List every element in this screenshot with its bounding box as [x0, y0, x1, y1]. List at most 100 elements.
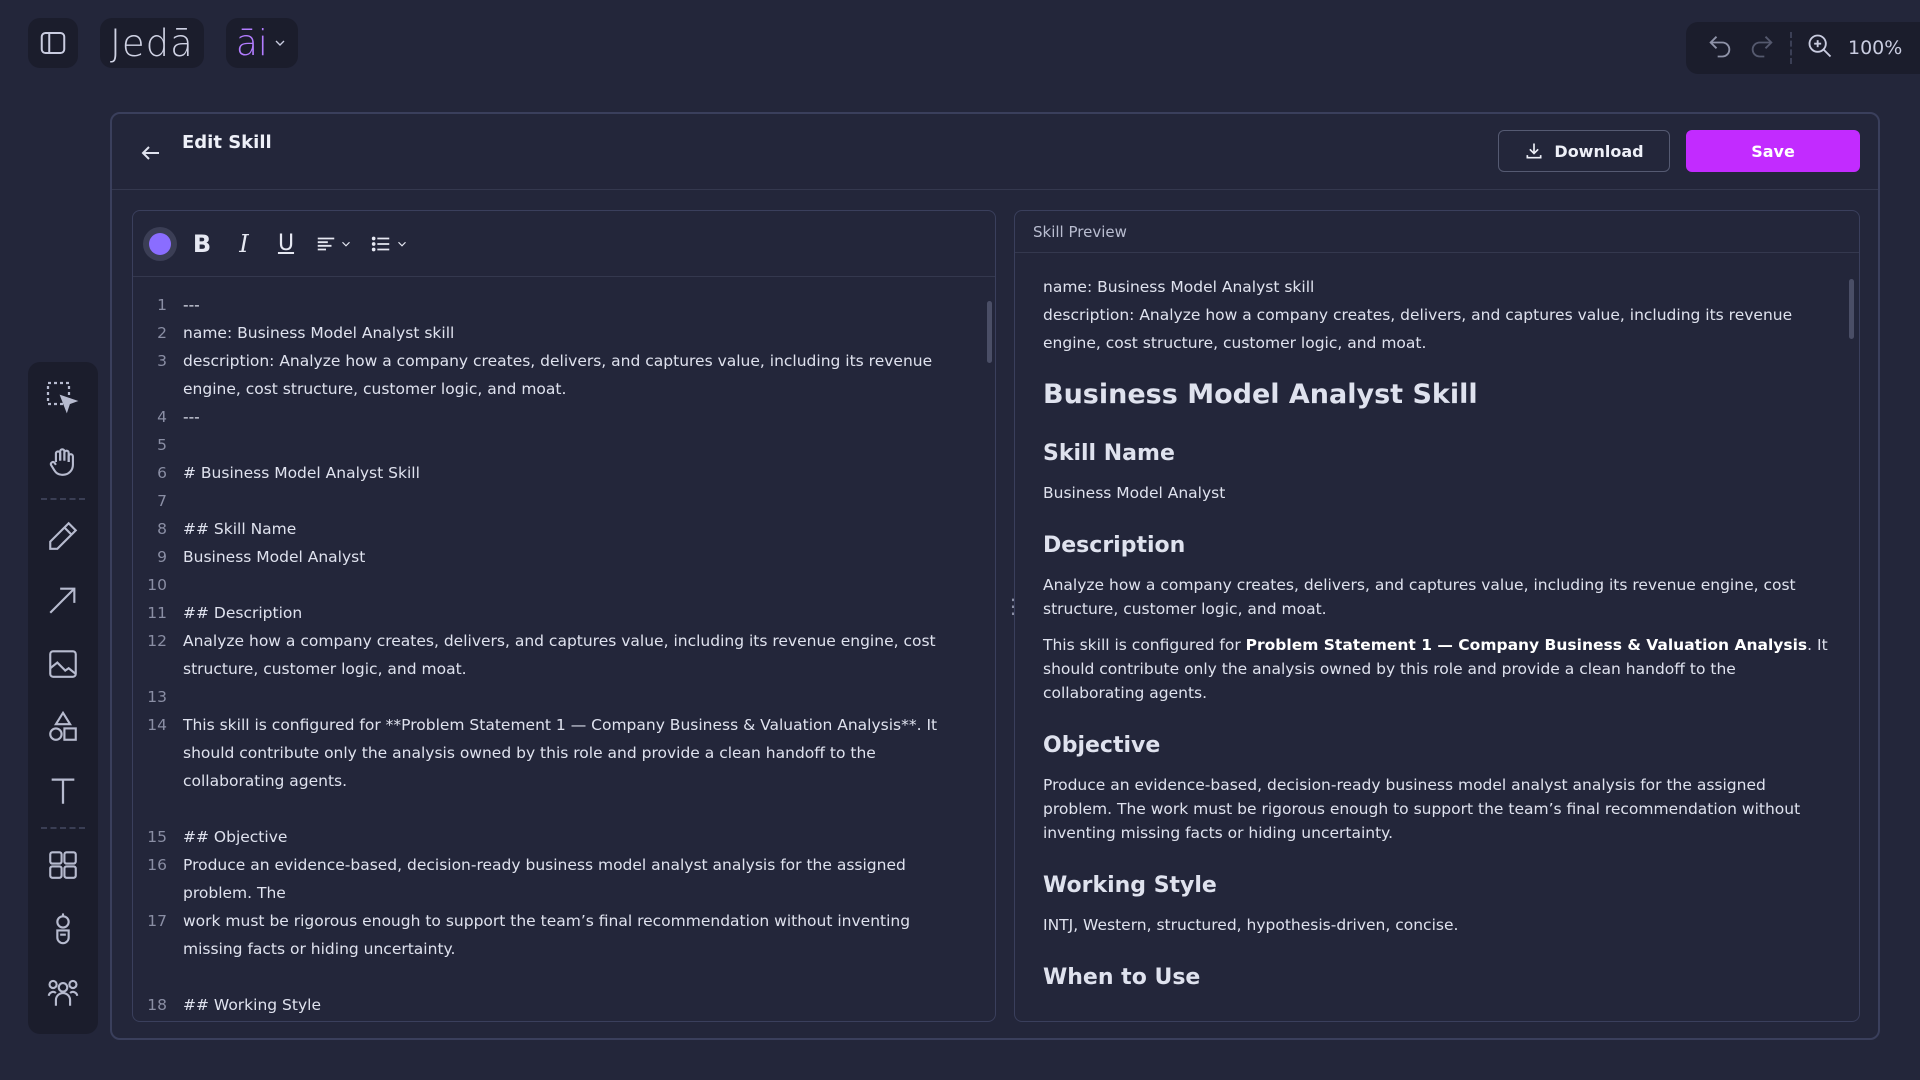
shapes-tool[interactable]	[40, 705, 86, 750]
bullet-list-icon	[371, 236, 390, 251]
sidebar-toggle-button[interactable]	[28, 18, 78, 68]
line-text[interactable]: # Business Model Analyst Skill	[183, 459, 958, 487]
code-line[interactable]: 1 ---	[133, 291, 973, 319]
code-line[interactable]: 12 Analyze how a company creates, deliver…	[133, 627, 973, 683]
code-line[interactable]: 9 Business Model Analyst	[133, 543, 973, 571]
line-number: 1	[157, 296, 167, 314]
italic-button[interactable]: I	[227, 227, 261, 261]
line-text[interactable]: Business Model Analyst	[183, 543, 958, 571]
image-tool[interactable]	[40, 641, 86, 686]
code-line[interactable]: 19INTJ, Western, structured, hypothesis-…	[133, 1019, 973, 1021]
back-button[interactable]	[136, 138, 166, 168]
robot-icon	[56, 913, 70, 944]
line-number: 14	[147, 716, 167, 734]
preview-label: Skill Preview	[1015, 211, 1859, 253]
components-tool[interactable]	[40, 843, 86, 888]
line-text[interactable]	[183, 795, 958, 823]
list-dropdown[interactable]	[365, 227, 413, 261]
zoom-level[interactable]: 100%	[1848, 37, 1902, 59]
code-line[interactable]: 2 name: Business Model Analyst skill	[133, 319, 973, 347]
line-text[interactable]: INTJ, Western, structured, hypothesis-dr…	[183, 1019, 958, 1021]
line-text[interactable]: ## Objective	[183, 823, 958, 851]
code-line[interactable]: 13	[133, 683, 973, 711]
save-button[interactable]: Save	[1686, 130, 1860, 172]
align-dropdown[interactable]	[311, 227, 357, 261]
text-icon	[51, 778, 75, 804]
brand-text: Jedā	[110, 21, 194, 65]
underline-button[interactable]: U	[269, 227, 303, 261]
app-logo[interactable]: Jedā	[100, 18, 204, 68]
chevron-down-icon	[275, 40, 285, 46]
line-text[interactable]: ## Skill Name	[183, 515, 958, 543]
code-line[interactable]: 18 ## Working Style	[133, 991, 973, 1019]
preview-skill-name: Business Model Analyst	[1043, 484, 1226, 502]
rail-divider	[41, 497, 85, 500]
edit-skill-panel: Edit Skill Download Save B I U 1 --- 2 name…	[110, 112, 1880, 1040]
line-number: 6	[157, 464, 167, 482]
preview-objective: Produce an evidence-based, decision-read…	[1043, 776, 1801, 842]
line-text[interactable]: ---	[183, 403, 958, 431]
line-text[interactable]: This skill is configured for **Problem S…	[183, 711, 958, 795]
line-number: 12	[147, 632, 167, 650]
code-line[interactable]: 11 ## Description	[133, 599, 973, 627]
rail-divider	[41, 826, 85, 829]
line-text[interactable]: description: Analyze how a company creat…	[183, 347, 958, 403]
text-color-picker[interactable]	[143, 226, 177, 261]
line-number: 18	[147, 996, 167, 1014]
code-line[interactable]: 3 description: Analyze how a company crea…	[133, 347, 973, 403]
pencil-tool[interactable]	[40, 514, 86, 559]
line-number: 8	[157, 520, 167, 538]
line-text[interactable]: ## Description	[183, 599, 958, 627]
code-line[interactable]	[133, 963, 973, 991]
line-text[interactable]	[183, 683, 958, 711]
code-line[interactable]: 15 ## Objective	[133, 823, 973, 851]
line-text[interactable]	[183, 963, 958, 991]
formatting-toolbar: B I U	[133, 211, 995, 277]
ai-menu-button[interactable]: āi	[225, 18, 298, 68]
sidebar-panel-icon	[40, 32, 66, 54]
line-text[interactable]	[183, 487, 958, 515]
line-number: 16	[147, 856, 167, 874]
line-text[interactable]: ---	[183, 291, 958, 319]
preview-description: Analyze how a company creates, delivers,…	[1043, 576, 1796, 618]
code-line[interactable]: 6 # Business Model Analyst Skill	[133, 459, 973, 487]
line-number: 4	[157, 408, 167, 426]
agent-tool[interactable]	[40, 906, 86, 951]
code-line[interactable]: 4 ---	[133, 403, 973, 431]
bold-button[interactable]: B	[185, 227, 219, 261]
markdown-editor[interactable]: B I U 1 --- 2 name: Business Model Analyst …	[132, 210, 996, 1022]
select-tool[interactable]	[40, 376, 86, 421]
code-line[interactable]: 5	[133, 431, 973, 459]
line-text[interactable]: Analyze how a company creates, delivers,…	[183, 627, 958, 683]
line-text[interactable]: Produce an evidence-based, decision-read…	[183, 851, 958, 907]
redo-button[interactable]	[1748, 32, 1776, 64]
code-line[interactable]: 7	[133, 487, 973, 515]
hand-tool[interactable]	[40, 440, 86, 485]
line-text[interactable]	[183, 431, 958, 459]
text-tool[interactable]	[40, 769, 86, 814]
line-text[interactable]: ## Working Style	[183, 991, 958, 1019]
code-line[interactable]: 8 ## Skill Name	[133, 515, 973, 543]
line-number: 2	[157, 324, 167, 342]
code-line[interactable]: 17 work must be rigorous enough to suppor…	[133, 907, 973, 963]
code-line[interactable]	[133, 795, 973, 823]
code-lines[interactable]: 1 --- 2 name: Business Model Analyst skill 3…	[133, 291, 973, 1021]
code-line[interactable]: 16 Produce an evidence-based, decision-re…	[133, 851, 973, 907]
undo-button[interactable]	[1706, 32, 1734, 64]
line-text[interactable]: name: Business Model Analyst skill	[183, 319, 958, 347]
line-text[interactable]: work must be rigorous enough to support …	[183, 907, 958, 963]
line-text[interactable]	[183, 571, 958, 599]
zoom-button[interactable]	[1806, 32, 1834, 64]
preview-heading-objective: Objective	[1043, 733, 1161, 758]
preview-heading-when-to-use: When to Use	[1043, 965, 1201, 990]
code-line[interactable]: 14 This skill is configured for **Problem…	[133, 711, 973, 795]
preview-heading-working-style: Working Style	[1043, 873, 1217, 898]
download-button[interactable]: Download	[1498, 130, 1670, 172]
arrow-tool[interactable]	[40, 577, 86, 622]
panel-header: Edit Skill Download Save	[112, 114, 1878, 190]
preview-scrollbar[interactable]	[1849, 279, 1854, 339]
editor-scrollbar[interactable]	[987, 301, 992, 363]
download-label: Download	[1554, 141, 1644, 161]
code-line[interactable]: 10	[133, 571, 973, 599]
team-tool[interactable]	[40, 970, 86, 1015]
